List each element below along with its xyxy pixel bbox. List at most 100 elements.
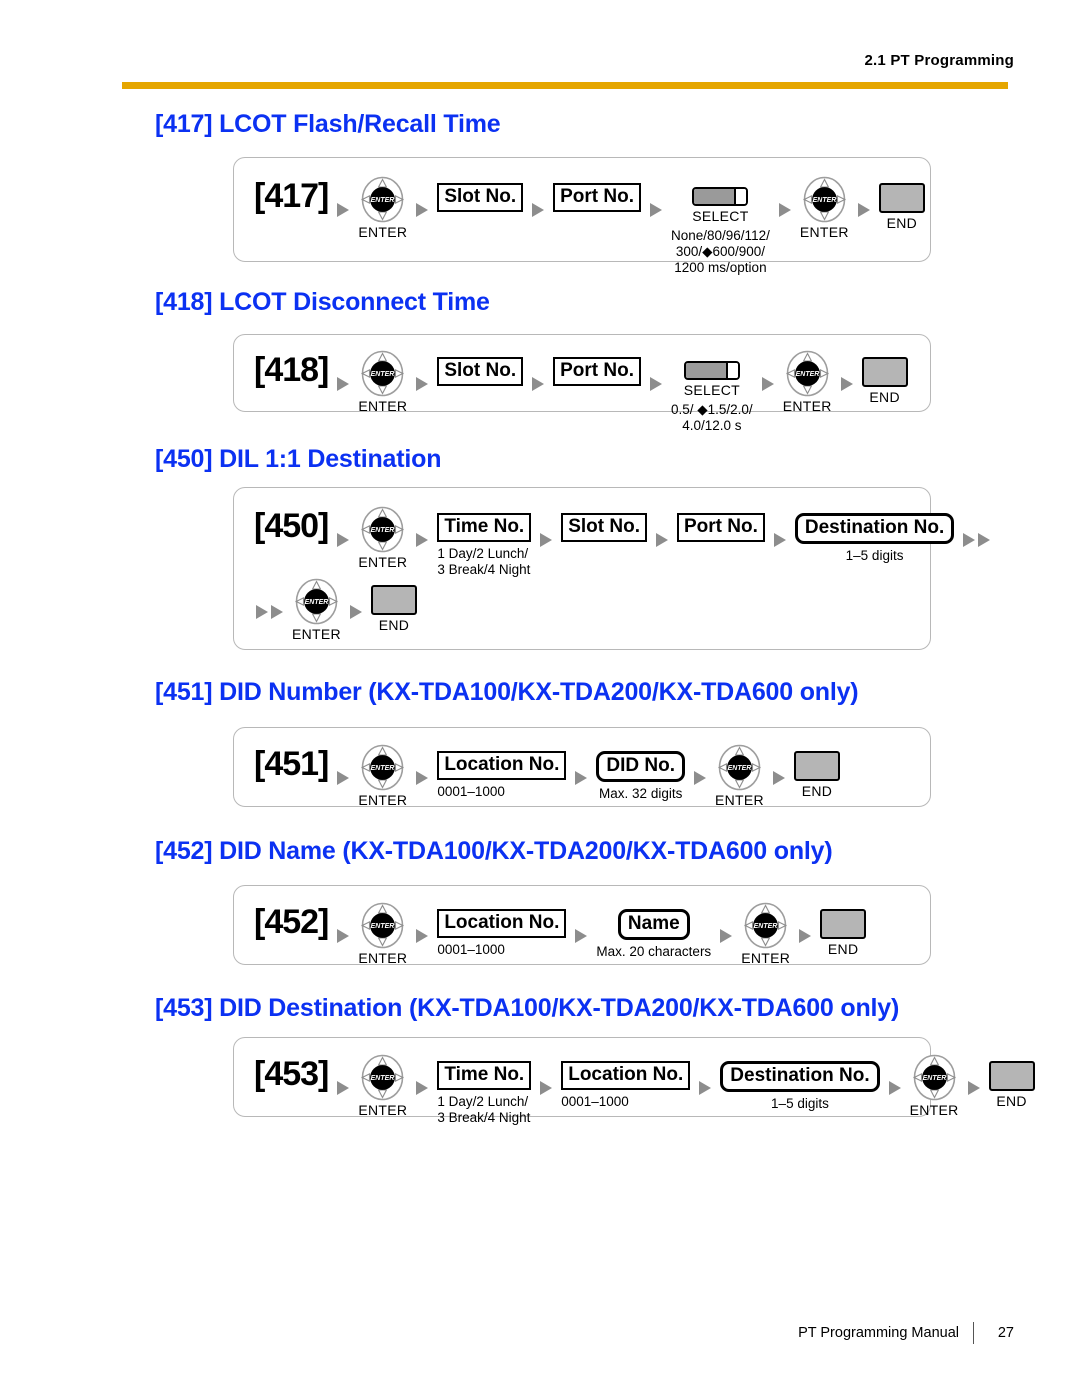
flow-row-continued: ENTER ENTER END bbox=[256, 576, 417, 642]
end-key[interactable]: END bbox=[861, 357, 908, 405]
enter-key-label: ENTER bbox=[292, 626, 341, 642]
parameter-port-no[interactable]: Port No. bbox=[677, 513, 765, 542]
arrow-icon bbox=[337, 914, 350, 958]
arrow-icon bbox=[337, 1066, 350, 1110]
select-icon bbox=[683, 361, 740, 381]
header-rule bbox=[122, 82, 1008, 89]
enter-key[interactable]: ENTER ENTER bbox=[358, 176, 407, 240]
parameter-time-no[interactable]: Time No. 1 Day/2 Lunch/3 Break/4 Night bbox=[437, 1061, 532, 1126]
svg-text:ENTER: ENTER bbox=[371, 197, 395, 204]
parameter-slot-no[interactable]: Slot No. bbox=[437, 357, 524, 386]
enter-key[interactable]: ENTER ENTER bbox=[358, 1054, 407, 1118]
navigator-icon: ENTER bbox=[359, 744, 406, 791]
parameter-time-no[interactable]: Time No. 1 Day/2 Lunch/3 Break/4 Night bbox=[437, 513, 532, 578]
section-heading-417: [417] LCOT Flash/Recall Time bbox=[155, 110, 501, 138]
parameter-slot-no[interactable]: Slot No. bbox=[561, 513, 647, 542]
parameter-location-no[interactable]: Location No. 0001–1000 bbox=[437, 909, 567, 958]
parameter-caption: Max. 32 digits bbox=[599, 786, 683, 801]
end-key-label: END bbox=[378, 617, 410, 633]
select-icon bbox=[692, 187, 749, 207]
end-key[interactable]: END bbox=[820, 909, 867, 957]
arrow-icon bbox=[416, 518, 429, 562]
select-key[interactable]: SELECT None/80/96/112/300/◆600/900/1200 m… bbox=[671, 187, 770, 276]
parameter-destination-no[interactable]: Destination No. 1–5 digits bbox=[720, 1061, 880, 1112]
section-heading-452: [452] DID Name (KX-TDA100/KX-TDA200/KX-T… bbox=[155, 837, 833, 865]
end-key[interactable]: END bbox=[793, 751, 840, 799]
svg-text:ENTER: ENTER bbox=[305, 599, 329, 606]
arrow-icon bbox=[699, 1066, 712, 1110]
double-arrow-icon bbox=[256, 590, 283, 634]
program-code: [453] bbox=[254, 1055, 329, 1093]
parameter-box-label: Location No. bbox=[437, 909, 567, 938]
enter-key[interactable]: ENTER ENTER bbox=[910, 1054, 959, 1118]
end-icon bbox=[820, 909, 867, 939]
svg-text:ENTER: ENTER bbox=[728, 765, 752, 772]
navigator-icon: ENTER bbox=[911, 1054, 958, 1101]
end-icon bbox=[878, 183, 925, 213]
parameter-port-no[interactable]: Port No. bbox=[553, 357, 641, 386]
arrow-icon bbox=[337, 362, 350, 406]
enter-key[interactable]: ENTER ENTER bbox=[358, 902, 407, 966]
programming-flow-417: [417] ENTER ENTER Slot No. Port No. SELECT Non… bbox=[233, 157, 931, 275]
svg-text:ENTER: ENTER bbox=[371, 527, 395, 534]
enter-key[interactable]: ENTER ENTER bbox=[358, 744, 407, 808]
parameter-caption: 1 Day/2 Lunch/3 Break/4 Night bbox=[437, 546, 531, 577]
end-key[interactable]: END bbox=[370, 585, 417, 633]
navigator-icon: ENTER bbox=[784, 350, 831, 397]
enter-key[interactable]: ENTER ENTER bbox=[292, 578, 341, 642]
parameter-location-no[interactable]: Location No. 0001–1000 bbox=[437, 751, 567, 800]
parameter-name[interactable]: Name Max. 20 characters bbox=[596, 909, 711, 960]
parameter-port-no[interactable]: Port No. bbox=[553, 183, 641, 212]
parameter-box-label: Slot No. bbox=[437, 183, 524, 212]
flow-row: [451] ENTER ENTER Location No. 0001–1000 DID … bbox=[254, 742, 840, 808]
enter-key[interactable]: ENTER ENTER bbox=[358, 350, 407, 414]
parameter-box-label: Time No. bbox=[437, 513, 532, 542]
enter-key-label: ENTER bbox=[909, 1102, 959, 1118]
navigator-icon: ENTER bbox=[716, 744, 763, 791]
arrow-icon bbox=[349, 590, 362, 634]
arrow-icon bbox=[337, 518, 350, 562]
arrow-icon bbox=[761, 362, 774, 406]
parameter-slot-no[interactable]: Slot No. bbox=[437, 183, 524, 212]
parameter-caption: 1 Day/2 Lunch/3 Break/4 Night bbox=[437, 1094, 531, 1125]
parameter-location-no[interactable]: Location No. 0001–1000 bbox=[561, 1061, 691, 1110]
end-key[interactable]: END bbox=[878, 183, 925, 231]
parameter-caption: 0001–1000 bbox=[437, 784, 505, 799]
enter-key-label: ENTER bbox=[358, 792, 408, 808]
end-icon bbox=[988, 1061, 1035, 1091]
parameter-box-label: Time No. bbox=[437, 1061, 532, 1090]
programming-flow-450: [450] ENTER ENTER Time No. 1 Day/2 Lunch/3 B… bbox=[233, 487, 991, 650]
enter-key[interactable]: ENTER ENTER bbox=[715, 744, 764, 808]
parameter-box-label: Location No. bbox=[437, 751, 567, 780]
enter-key-label: ENTER bbox=[782, 398, 832, 414]
arrow-icon bbox=[416, 362, 429, 406]
parameter-box-label: Slot No. bbox=[561, 513, 647, 542]
arrow-icon bbox=[337, 756, 350, 800]
arrow-icon bbox=[575, 756, 588, 800]
end-key-label: END bbox=[801, 783, 833, 799]
parameter-box-label: Name bbox=[617, 909, 690, 940]
flow-row: [452] ENTER ENTER Location No. 0001–1000 Name… bbox=[254, 900, 867, 966]
enter-key[interactable]: ENTER ENTER bbox=[741, 902, 790, 966]
flow-row: [450] ENTER ENTER Time No. 1 Day/2 Lunch/3 B… bbox=[254, 504, 991, 578]
parameter-box-label: Destination No. bbox=[720, 1061, 880, 1092]
arrow-icon bbox=[575, 914, 588, 958]
enter-key-label: ENTER bbox=[715, 792, 764, 808]
arrow-icon bbox=[416, 756, 429, 800]
end-key-label: END bbox=[996, 1093, 1027, 1109]
arrow-icon bbox=[720, 914, 733, 958]
navigator-icon: ENTER bbox=[801, 176, 848, 223]
enter-key[interactable]: ENTER ENTER bbox=[358, 506, 407, 570]
arrow-icon bbox=[773, 518, 786, 562]
end-key-label: END bbox=[869, 389, 900, 405]
parameter-did-no[interactable]: DID No. Max. 32 digits bbox=[596, 751, 685, 802]
flow-row: [418] ENTER ENTER Slot No. Port No. SELECT 0.5… bbox=[254, 348, 908, 434]
footer-divider bbox=[973, 1322, 974, 1344]
end-key[interactable]: END bbox=[988, 1061, 1035, 1109]
enter-key[interactable]: ENTER ENTER bbox=[783, 350, 832, 414]
navigator-icon: ENTER bbox=[742, 902, 789, 949]
select-key[interactable]: SELECT 0.5/ ◆1.5/2.0/4.0/12.0 s bbox=[671, 361, 753, 434]
parameter-destination-no[interactable]: Destination No. 1–5 digits bbox=[794, 513, 955, 564]
document-page: 2.1 PT Programming [417] LCOT Flash/Reca… bbox=[0, 0, 1080, 1397]
enter-key[interactable]: ENTER ENTER bbox=[800, 176, 849, 240]
